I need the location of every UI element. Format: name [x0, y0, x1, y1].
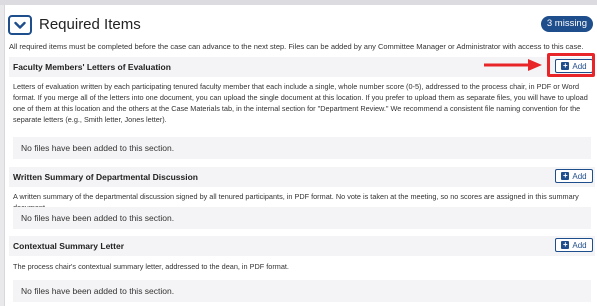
missing-count-badge: 3 missing	[540, 16, 593, 32]
plus-icon: +	[561, 240, 570, 249]
empty-files-message: No files have been added to this section…	[13, 280, 591, 302]
add-written-summary-button[interactable]: + Add	[555, 169, 593, 183]
panel-title: Required Items	[39, 16, 141, 33]
annotation-arrow-icon	[484, 59, 542, 71]
required-items-panel: Required Items 3 missing All required it…	[0, 0, 597, 306]
required-items-card: Required Items 3 missing All required it…	[4, 5, 597, 306]
section-header-contextual-summary: Contextual Summary Letter + Add	[9, 236, 595, 256]
add-contextual-summary-button[interactable]: + Add	[555, 238, 593, 252]
add-button-label: Add	[572, 240, 587, 250]
panel-intro-text: All required items must be completed bef…	[9, 42, 584, 51]
collapse-toggle-button[interactable]	[8, 15, 32, 35]
section-title: Written Summary of Departmental Discussi…	[13, 172, 198, 182]
chevron-down-icon	[14, 21, 26, 29]
plus-icon: +	[561, 171, 570, 180]
empty-files-message: No files have been added to this section…	[13, 137, 591, 159]
section-title: Contextual Summary Letter	[13, 241, 124, 251]
add-button-label: Add	[572, 171, 587, 181]
section-description: Letters of evaluation written by each pa…	[13, 82, 588, 124]
annotation-highlight-box	[547, 53, 595, 77]
section-title: Faculty Members' Letters of Evaluation	[13, 62, 171, 72]
section-header-written-summary: Written Summary of Departmental Discussi…	[9, 167, 595, 187]
empty-files-message: No files have been added to this section…	[13, 207, 591, 229]
section-description: The process chair's contextual summary l…	[13, 262, 289, 271]
